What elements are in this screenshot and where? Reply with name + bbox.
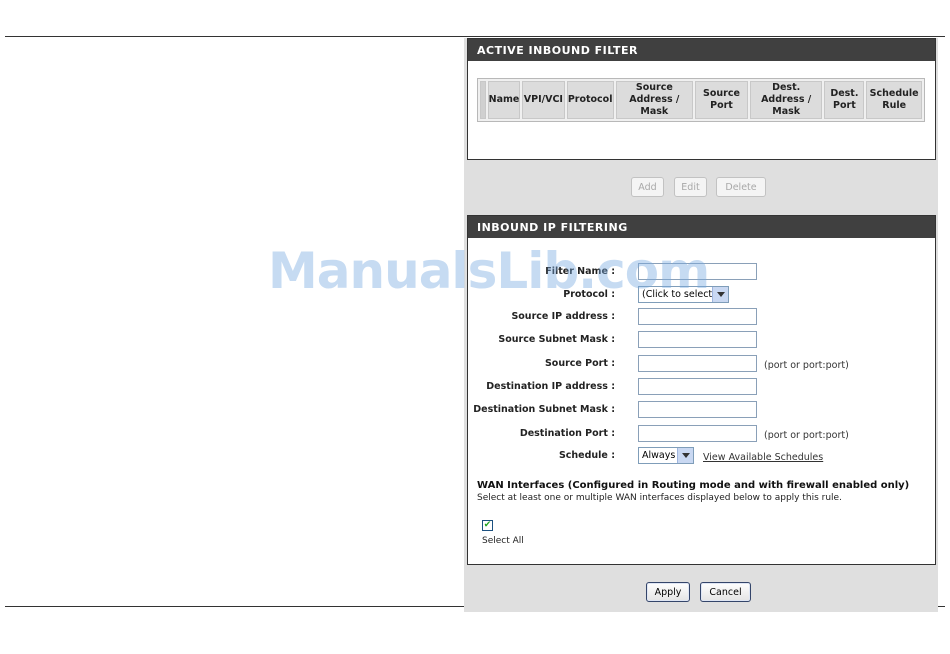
select-all-label: Select All	[482, 536, 524, 546]
column-source-port: Source Port	[695, 81, 748, 119]
section-title: ACTIVE INBOUND FILTER	[468, 39, 935, 61]
edit-button[interactable]: Edit	[674, 177, 707, 197]
dest-port-hint: (port or port:port)	[764, 430, 849, 441]
source-port-hint: (port or port:port)	[764, 360, 849, 371]
schedule-label: Schedule :	[558, 450, 615, 461]
dest-ip-label: Destination IP address :	[486, 381, 615, 392]
wan-interfaces-description: Select at least one or multiple WAN inte…	[477, 493, 842, 503]
active-inbound-filter-section: ACTIVE INBOUND FILTER Name VPI/VCI Proto…	[467, 38, 936, 160]
column-vpi-vci: VPI/VCI	[521, 81, 565, 119]
dest-mask-label: Destination Subnet Mask :	[473, 404, 615, 415]
select-all-checkbox[interactable]: ✔	[482, 520, 493, 531]
cancel-button[interactable]: Cancel	[700, 582, 751, 602]
source-mask-label: Source Subnet Mask :	[498, 334, 615, 345]
top-divider	[5, 36, 945, 37]
source-ip-input[interactable]	[638, 308, 757, 325]
source-port-label: Source Port :	[544, 358, 615, 369]
chevron-down-icon	[677, 448, 693, 463]
apply-button[interactable]: Apply	[646, 582, 690, 602]
watermark-logo: ManualsLib.com	[268, 242, 710, 300]
delete-button[interactable]: Delete	[716, 177, 766, 197]
chevron-down-icon	[712, 287, 728, 302]
dest-mask-input[interactable]	[638, 401, 757, 418]
source-port-input[interactable]	[638, 355, 757, 372]
column-dest-address: Dest. Address / Mask	[749, 81, 823, 119]
schedule-selected-value: Always	[642, 450, 676, 461]
checkmark-icon: ✔	[483, 520, 492, 530]
section-title: INBOUND IP FILTERING	[468, 216, 935, 238]
source-mask-input[interactable]	[638, 331, 757, 348]
add-button[interactable]: Add	[631, 177, 664, 197]
column-dest-port: Dest. Port	[824, 81, 865, 119]
dest-ip-input[interactable]	[638, 378, 757, 395]
column-source-address: Source Address / Mask	[615, 81, 694, 119]
column-name: Name	[487, 81, 520, 119]
source-ip-label: Source IP address :	[511, 311, 615, 322]
column-protocol: Protocol	[566, 81, 614, 119]
dest-port-label: Destination Port :	[519, 428, 615, 439]
schedule-select[interactable]: Always	[638, 447, 694, 464]
column-schedule-rule: Schedule Rule	[866, 81, 922, 119]
table-header-spacer	[480, 81, 486, 119]
view-available-schedules-link[interactable]: View Available Schedules	[703, 452, 823, 463]
filter-table: Name VPI/VCI Protocol Source Address / M…	[477, 78, 925, 122]
wan-interfaces-title: WAN Interfaces (Configured in Routing mo…	[477, 480, 910, 491]
dest-port-input[interactable]	[638, 425, 757, 442]
